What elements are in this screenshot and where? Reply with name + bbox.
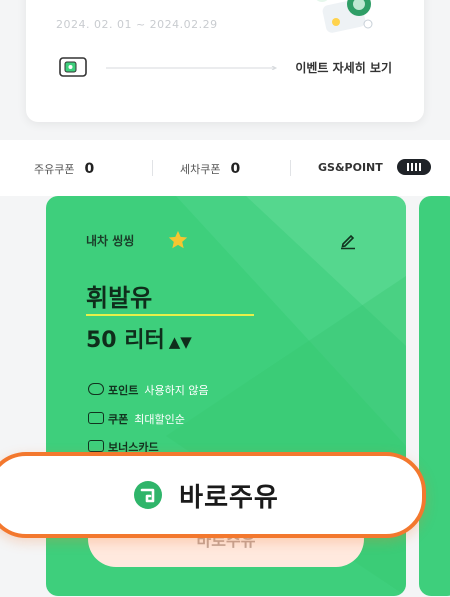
wash-coupon-number: 0 [230, 161, 241, 177]
edit-pencil-icon[interactable] [338, 230, 358, 250]
wash-coupon-label: 세차쿠폰 [180, 163, 221, 176]
event-date-range: 2024. 02. 01 ~ 2024.02.29 [56, 18, 218, 31]
option-point-value: 사용하지 않음 [144, 384, 209, 397]
coupon-ticket-icon [59, 57, 87, 77]
option-coupon[interactable]: 쿠폰 최대할인순 [88, 411, 185, 427]
fuel-amount-value: 50 리터 [86, 328, 165, 353]
quick-fuel-button[interactable]: 바로주유 [0, 452, 426, 538]
option-point[interactable]: 포인트 사용하지 않음 [88, 382, 209, 398]
barcode-lines-icon [407, 163, 421, 171]
divider [290, 160, 291, 176]
divider [152, 160, 153, 176]
quick-fuel-label: 바로주유 [179, 482, 279, 513]
fuel-type-underline [86, 314, 254, 316]
option-coupon-value: 최대할인순 [134, 413, 185, 426]
car-name: 내차 씽씽 [86, 234, 135, 248]
option-point-key: 포인트 [108, 384, 139, 397]
coupon-icon [88, 412, 104, 424]
wash-coupon-count[interactable]: 세차쿠폰 0 [180, 161, 240, 177]
star-icon[interactable] [167, 229, 189, 251]
points-summary-bar: 주유쿠폰 0 세차쿠폰 0 GS&POINT [0, 140, 450, 196]
fuel-coupon-count[interactable]: 주유쿠폰 0 [34, 161, 94, 177]
event-card[interactable]: 2024. 02. 01 ~ 2024.02.29 이벤트 자세히 보기 [26, 0, 424, 122]
barcode-icon[interactable] [397, 159, 431, 175]
event-illustration [316, 0, 373, 33]
fuel-coupon-number: 0 [84, 161, 95, 177]
gs-point-label[interactable]: GS&POINT [318, 161, 383, 174]
event-detail-link[interactable]: 이벤트 자세히 보기 [295, 59, 392, 76]
arrow-right-icon [106, 66, 278, 70]
gs-logo-icon [134, 481, 163, 509]
fuel-type: 휘발유 [86, 284, 153, 312]
next-fuel-card[interactable] [419, 196, 450, 596]
card-icon [88, 440, 104, 452]
option-coupon-key: 쿠폰 [108, 413, 129, 426]
point-icon [88, 383, 104, 395]
fuel-coupon-label: 주유쿠폰 [34, 163, 75, 176]
fuel-amount-selector[interactable]: 50 리터 ▲▼ [86, 322, 192, 354]
updown-caret-icon: ▲▼ [168, 333, 192, 351]
